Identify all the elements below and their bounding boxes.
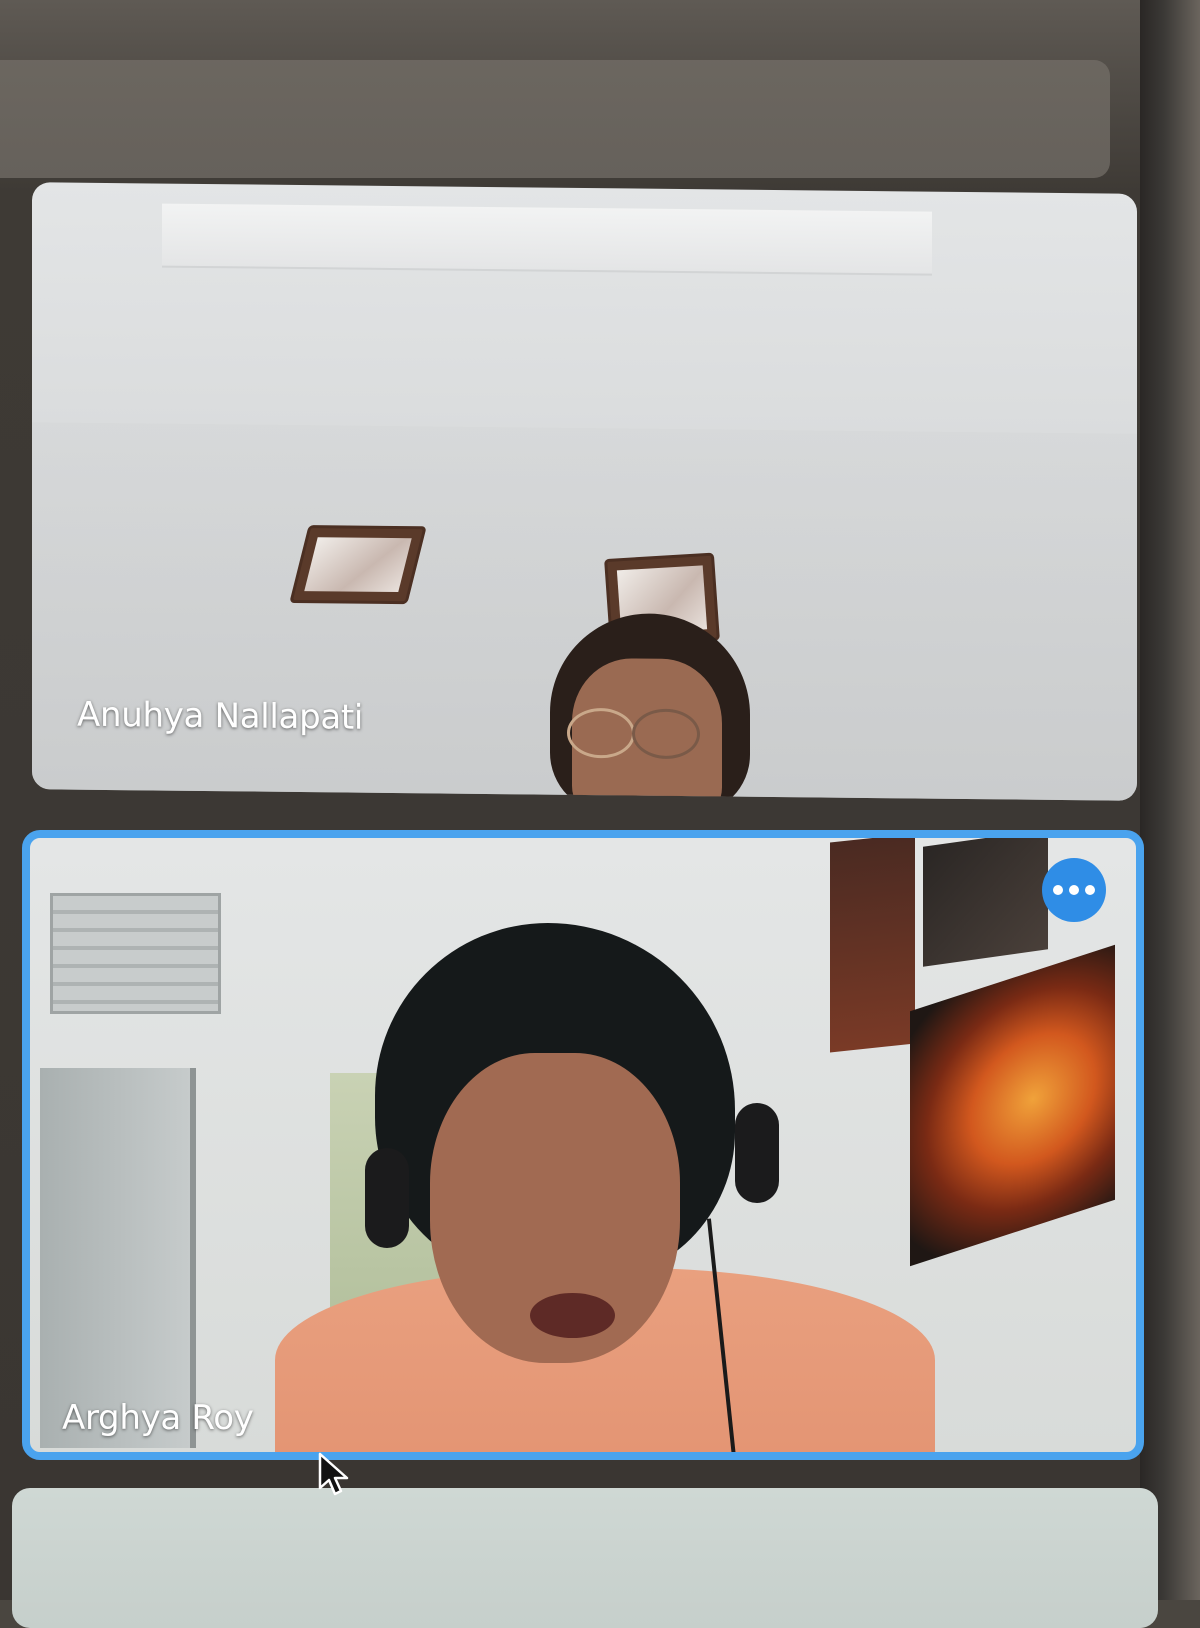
ellipsis-icon — [1069, 885, 1079, 895]
headphone — [365, 1148, 409, 1248]
ellipsis-icon — [1053, 885, 1063, 895]
participant-name-label: Anuhya Nallapati — [77, 694, 364, 738]
monitor-bezel — [1140, 0, 1200, 1600]
participant-tile[interactable]: Anuhya Nallapati — [32, 182, 1137, 801]
participant-tile-active[interactable]: Arghya Roy — [22, 830, 1144, 1460]
ellipsis-icon — [1085, 885, 1095, 895]
glasses — [632, 708, 700, 760]
more-options-button[interactable] — [1042, 858, 1106, 922]
participant-name-label: Arghya Roy — [62, 1398, 254, 1438]
headphone — [735, 1103, 779, 1203]
wall-poster — [910, 944, 1115, 1267]
wall-poster — [923, 838, 1048, 967]
video-background-door — [40, 1068, 196, 1448]
video-background — [162, 203, 932, 276]
participant-video-mouth — [530, 1293, 615, 1338]
top-toolbar — [0, 60, 1110, 178]
wall-poster — [830, 838, 915, 1053]
glasses — [567, 707, 635, 759]
video-background-window — [50, 893, 221, 1014]
mouse-cursor-icon — [318, 1452, 349, 1496]
participant-tile[interactable] — [12, 1488, 1158, 1628]
wall-photo-frame — [293, 528, 423, 602]
